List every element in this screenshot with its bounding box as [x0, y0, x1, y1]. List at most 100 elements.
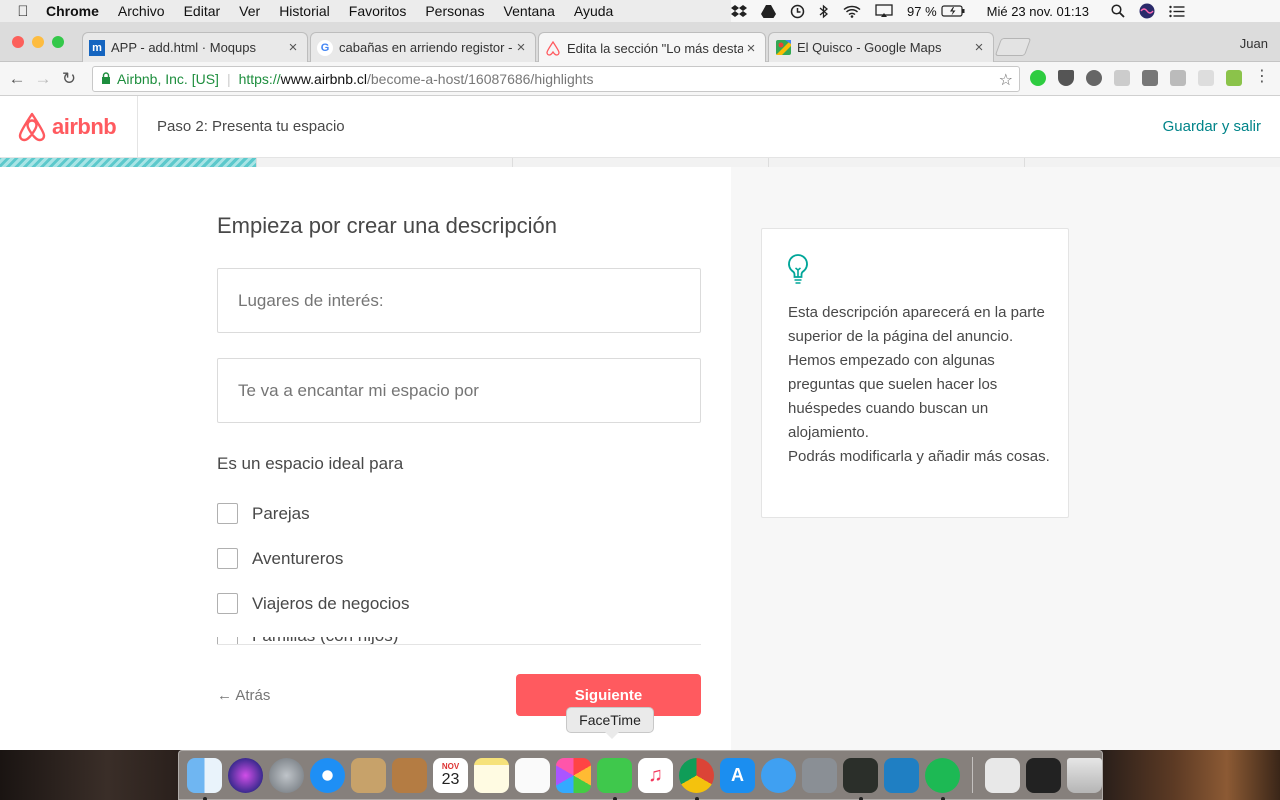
scroll-divider — [217, 644, 701, 645]
apple-icon[interactable]:  — [0, 3, 46, 20]
airbnb-logo[interactable]: airbnb — [18, 112, 117, 142]
step-label: Paso 2: Presenta tu espacio — [157, 118, 345, 135]
wifi-icon[interactable] — [843, 5, 861, 18]
safari-icon[interactable] — [310, 757, 345, 793]
time-machine-icon[interactable] — [790, 4, 805, 19]
progress-fill — [0, 158, 256, 167]
menu-app-name[interactable]: Chrome — [46, 3, 99, 19]
option-couples[interactable]: Parejas — [217, 503, 310, 524]
profile-name[interactable]: Juan — [1240, 36, 1268, 51]
airplay-icon[interactable] — [875, 4, 893, 18]
drive-icon[interactable] — [761, 4, 776, 18]
system-preferences-icon[interactable] — [802, 757, 837, 793]
reload-icon[interactable]: ↻ — [56, 69, 82, 89]
extension-drive-icon[interactable] — [1198, 70, 1214, 86]
address-bar[interactable]: Airbnb, Inc. [US] | https:// www.airbnb.… — [92, 66, 1020, 92]
back-arrow-icon[interactable]: ← — [4, 69, 30, 89]
battery-percent[interactable]: 97 % — [907, 4, 937, 19]
menu-personas[interactable]: Personas — [425, 3, 484, 19]
contacts-icon[interactable] — [392, 757, 427, 793]
close-tab-icon[interactable]: × — [285, 39, 301, 56]
dock-tooltip: FaceTime — [566, 707, 654, 739]
airbnb-icon — [545, 40, 561, 56]
notes-icon[interactable] — [474, 757, 509, 793]
new-tab-button[interactable] — [994, 38, 1032, 56]
extension-pocket-icon[interactable] — [1058, 70, 1074, 86]
option-label: Viajeros de negocios — [252, 593, 410, 613]
sourcetree-icon[interactable] — [884, 757, 919, 793]
reminders-icon[interactable] — [515, 757, 550, 793]
menu-ver[interactable]: Ver — [239, 3, 260, 19]
forward-arrow-icon[interactable]: → — [30, 69, 56, 89]
minimize-window-button[interactable] — [32, 36, 44, 48]
tab-google-search[interactable]: G cabañas en arriendo registor - × — [310, 32, 536, 62]
points-of-interest-input[interactable] — [217, 268, 701, 333]
messages-icon[interactable] — [761, 757, 796, 793]
extension-u-icon[interactable] — [1170, 70, 1186, 86]
menu-ventana[interactable]: Ventana — [504, 3, 555, 19]
calendar-day: 23 — [441, 771, 460, 788]
option-business-travelers[interactable]: Viajeros de negocios — [217, 593, 410, 614]
notification-center-icon[interactable] — [1169, 5, 1185, 18]
photos-icon[interactable] — [556, 757, 591, 793]
lightbulb-icon — [786, 253, 810, 290]
menu-favoritos[interactable]: Favoritos — [349, 3, 407, 19]
close-tab-icon[interactable]: × — [513, 39, 529, 56]
url-host: www.airbnb.cl — [280, 71, 367, 87]
extension-cloud-icon[interactable] — [1086, 70, 1102, 86]
progress-bar — [0, 158, 1280, 167]
window-controls — [12, 36, 64, 48]
spotlight-icon[interactable] — [1111, 4, 1125, 18]
close-tab-icon[interactable]: × — [971, 39, 987, 56]
checkbox[interactable] — [217, 593, 238, 614]
menu-archivo[interactable]: Archivo — [118, 3, 165, 19]
spotify-icon[interactable] — [925, 757, 960, 800]
progress-divider — [256, 158, 257, 167]
option-label: Parejas — [252, 503, 310, 523]
menu-editar[interactable]: Editar — [184, 3, 221, 19]
url-scheme: https:// — [238, 71, 281, 87]
extension-crown-icon[interactable] — [1226, 70, 1242, 86]
save-and-exit-link[interactable]: Guardar y salir — [1163, 118, 1261, 135]
app-store-icon[interactable]: A — [720, 757, 755, 793]
extension-dashlane-icon[interactable] — [1030, 70, 1046, 86]
love-my-space-input[interactable] — [217, 358, 701, 423]
menu-ayuda[interactable]: Ayuda — [574, 3, 613, 19]
dropbox-icon[interactable] — [731, 4, 747, 18]
checkbox[interactable] — [217, 548, 238, 569]
tab-airbnb[interactable]: Edita la sección "Lo más desta × — [538, 32, 766, 63]
clock[interactable]: Mié 23 nov. 01:13 — [987, 4, 1089, 19]
close-tab-icon[interactable]: × — [743, 40, 759, 57]
progress-divider — [512, 158, 513, 167]
checkbox[interactable] — [217, 503, 238, 524]
launchpad-icon[interactable] — [269, 757, 304, 793]
tab-google-maps[interactable]: El Quisco - Google Maps × — [768, 32, 994, 62]
moqups-icon: m — [89, 39, 105, 56]
chrome-menu-icon[interactable]: ⋮ — [1254, 69, 1270, 86]
finder-icon[interactable] — [187, 757, 222, 800]
desktop-background — [0, 750, 178, 800]
option-adventurers[interactable]: Aventureros — [217, 548, 343, 569]
close-window-button[interactable] — [12, 36, 24, 48]
calendar-icon[interactable]: NOV 23 — [433, 757, 468, 793]
siri-icon[interactable] — [1139, 3, 1155, 19]
mail-icon[interactable] — [351, 757, 386, 793]
qgis-icon[interactable] — [843, 757, 878, 800]
desktop-background — [1103, 750, 1280, 800]
terminal-icon[interactable] — [1026, 757, 1061, 793]
itunes-icon[interactable]: ♫ — [638, 757, 673, 793]
bookmark-star-icon[interactable]: ☆ — [999, 70, 1013, 90]
chrome-icon[interactable] — [679, 757, 714, 800]
back-link[interactable]: ← Atrás — [217, 687, 270, 704]
extension-angular-icon[interactable] — [1142, 70, 1158, 86]
maximize-window-button[interactable] — [52, 36, 64, 48]
menu-historial[interactable]: Historial — [279, 3, 330, 19]
site-identity[interactable]: Airbnb, Inc. [US] — [117, 71, 219, 87]
facetime-icon[interactable] — [597, 757, 632, 800]
bluetooth-icon[interactable] — [819, 4, 829, 19]
siri-icon[interactable] — [228, 757, 263, 793]
downloads-icon[interactable] — [985, 757, 1020, 793]
trash-icon[interactable] — [1067, 757, 1102, 793]
extension-angular-grey-icon[interactable] — [1114, 70, 1130, 86]
tab-moqups[interactable]: m APP - add.html · Moqups × — [82, 32, 308, 62]
